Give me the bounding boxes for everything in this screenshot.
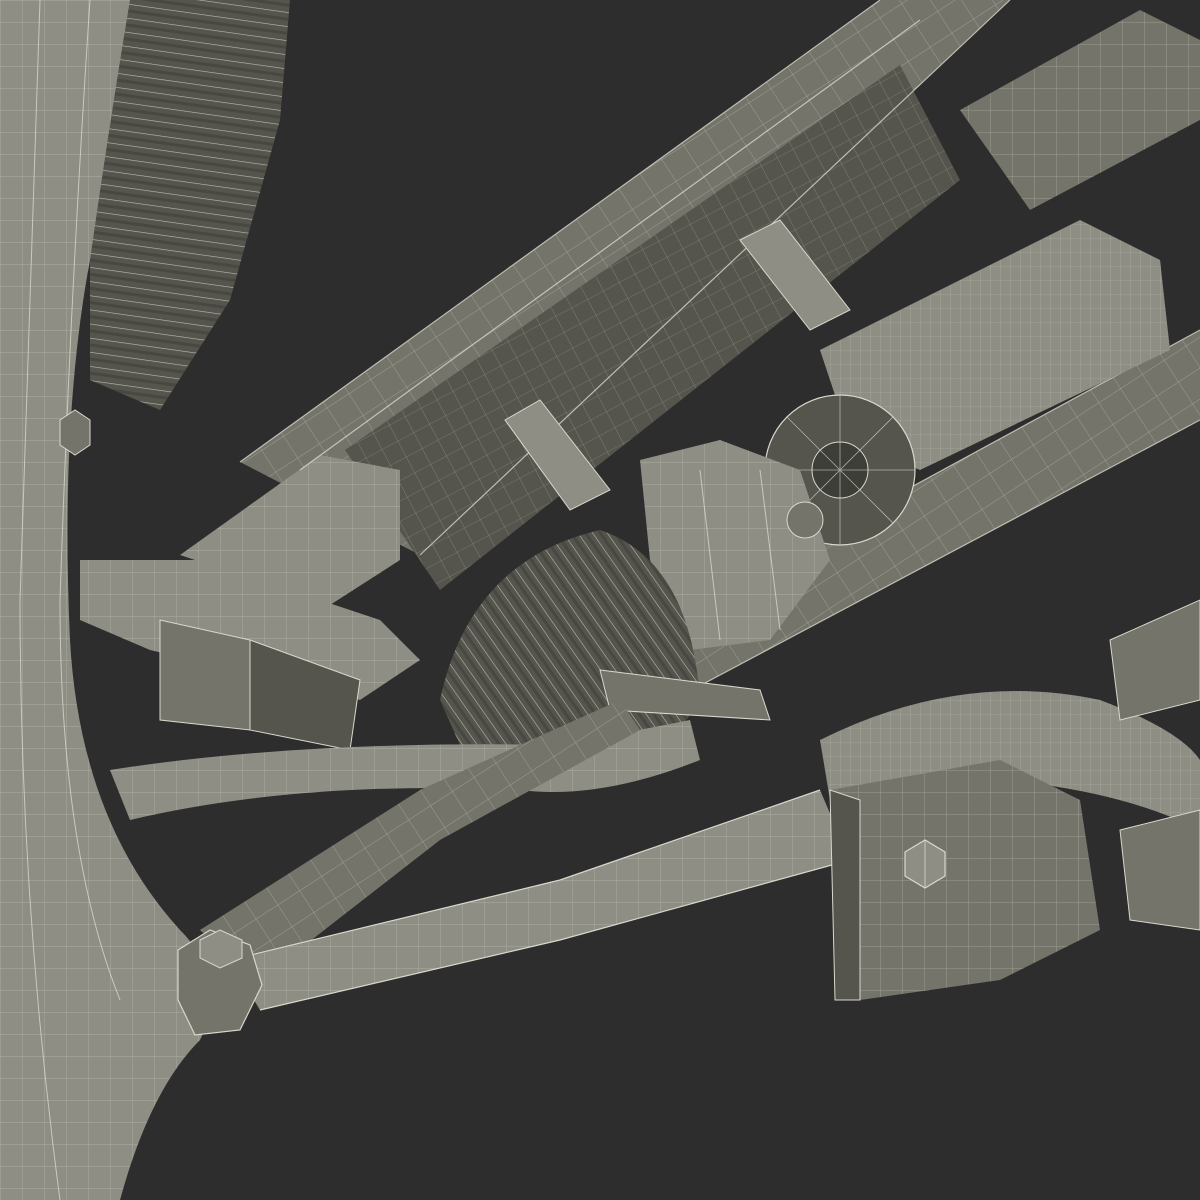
- render-viewport: [0, 0, 1200, 1200]
- lower-control-arm: [200, 700, 851, 1011]
- mounting-bracket: [829, 760, 1100, 1001]
- ball-joint: [177, 929, 263, 1036]
- bump-stop-bellows: [90, 0, 290, 410]
- cross-member: [80, 560, 420, 751]
- knuckle-nut-icon: [59, 409, 91, 456]
